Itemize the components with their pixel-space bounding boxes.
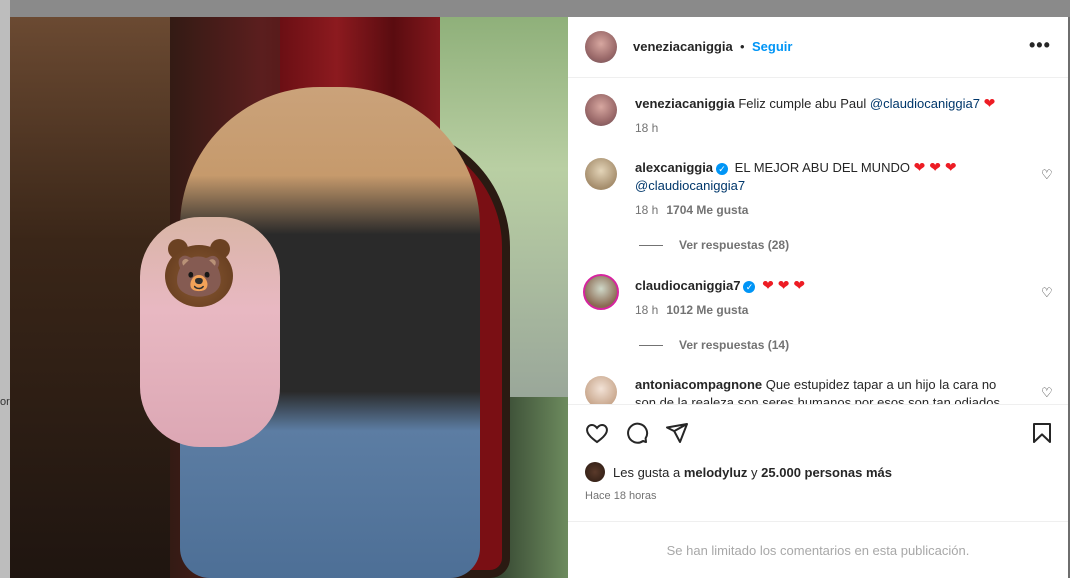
avatar[interactable] xyxy=(585,31,617,63)
header-separator: • xyxy=(740,39,745,54)
comment-username[interactable]: antoniacompagnone xyxy=(635,377,762,392)
comment-icon[interactable] xyxy=(625,421,649,445)
comments-list[interactable]: veneziacaniggia Feliz cumple abu Paul @c… xyxy=(568,78,1068,404)
comment-heart-icon[interactable]: ♡ xyxy=(1041,167,1055,182)
comment-likes[interactable]: 1704 Me gusta xyxy=(666,203,748,217)
likes-count[interactable]: 25.000 personas más xyxy=(761,465,892,480)
bookmark-icon[interactable] xyxy=(1030,421,1054,445)
comment-meta: 18 h 1012 Me gusta xyxy=(635,303,748,317)
more-options-icon[interactable]: ••• xyxy=(1029,35,1051,56)
comment-likes[interactable]: 1012 Me gusta xyxy=(666,303,748,317)
share-icon[interactable] xyxy=(665,421,689,445)
comment-body: EL MEJOR ABU DEL MUNDO xyxy=(734,160,910,175)
post-time[interactable]: Hace 18 horas xyxy=(585,490,657,502)
caption-time[interactable]: 18 h xyxy=(635,121,658,135)
red-heart-emoji: ❤ ❤ ❤ xyxy=(762,277,806,293)
avatar[interactable] xyxy=(583,274,619,310)
backdrop-text: or xyxy=(0,396,10,408)
comment-text: claudiocaniggia7 ✓ ❤ ❤ ❤ xyxy=(635,276,805,295)
comment-text: alexcaniggia ✓ EL MEJOR ABU DEL MUNDO ❤ ❤… xyxy=(635,158,1030,195)
comment-body-cont: son de la realeza son seres humanos por … xyxy=(635,395,1000,404)
view-replies-button[interactable]: Ver respuestas (28) xyxy=(639,238,789,252)
caption-text: veneziacaniggia Feliz cumple abu Paul @c… xyxy=(635,94,995,113)
likes-prefix: Les gusta a xyxy=(613,464,681,480)
comment-meta: 18 h 1704 Me gusta xyxy=(635,203,748,217)
modal-backdrop-left[interactable] xyxy=(0,0,10,578)
avatar[interactable] xyxy=(585,158,617,190)
likes-connector: y xyxy=(751,464,758,480)
post-details-panel: veneziacaniggia • Seguir ••• veneziacani… xyxy=(568,17,1068,578)
red-heart-emoji: ❤ ❤ ❤ xyxy=(913,159,957,175)
comment-time[interactable]: 18 h xyxy=(635,203,658,217)
modal-backdrop[interactable] xyxy=(0,0,1070,17)
caption-body: Feliz cumple abu Paul xyxy=(738,96,867,111)
view-replies-button[interactable]: Ver respuestas (14) xyxy=(639,338,789,352)
header-username[interactable]: veneziacaniggia xyxy=(633,39,733,54)
follow-button[interactable]: Seguir xyxy=(752,39,792,54)
comment-username[interactable]: claudiocaniggia7 xyxy=(635,278,740,293)
avatar[interactable] xyxy=(585,94,617,126)
comment-text: antoniacompagnone Que estupidez tapar a … xyxy=(635,376,1030,404)
replies-line xyxy=(639,245,663,247)
red-heart-emoji: ❤ xyxy=(983,95,996,111)
comment-heart-icon[interactable]: ♡ xyxy=(1041,385,1055,400)
verified-icon: ✓ xyxy=(743,280,756,293)
replies-line xyxy=(639,345,663,347)
post-photo[interactable]: 🐻 xyxy=(10,17,568,578)
likes-user[interactable]: melodyluz xyxy=(684,465,748,480)
avatar[interactable] xyxy=(585,376,617,404)
comment-username[interactable]: alexcaniggia xyxy=(635,160,713,175)
comment-mention[interactable]: @claudiocaniggia7 xyxy=(635,178,745,193)
divider xyxy=(568,404,1068,405)
avatar[interactable] xyxy=(585,462,605,482)
post-header: veneziacaniggia • Seguir ••• xyxy=(568,17,1068,78)
view-replies-label: Ver respuestas (28) xyxy=(679,238,790,252)
verified-icon: ✓ xyxy=(716,162,729,175)
comment-body: Que estupidez tapar a un hijo la cara no xyxy=(765,377,997,392)
comment-time[interactable]: 18 h xyxy=(635,303,658,317)
bear-emoji-icon: 🐻 xyxy=(165,245,233,307)
comment-heart-icon[interactable]: ♡ xyxy=(1041,285,1055,300)
comments-limited-notice: Se han limitado los comentarios en esta … xyxy=(666,543,970,558)
heart-icon[interactable] xyxy=(585,421,609,445)
caption-username[interactable]: veneziacaniggia xyxy=(635,96,735,111)
divider xyxy=(568,521,1068,522)
likes-summary: Les gusta a melodyluz y 25.000 personas … xyxy=(585,462,892,482)
caption-mention[interactable]: @claudiocaniggia7 xyxy=(870,96,980,111)
view-replies-label: Ver respuestas (14) xyxy=(679,338,790,352)
